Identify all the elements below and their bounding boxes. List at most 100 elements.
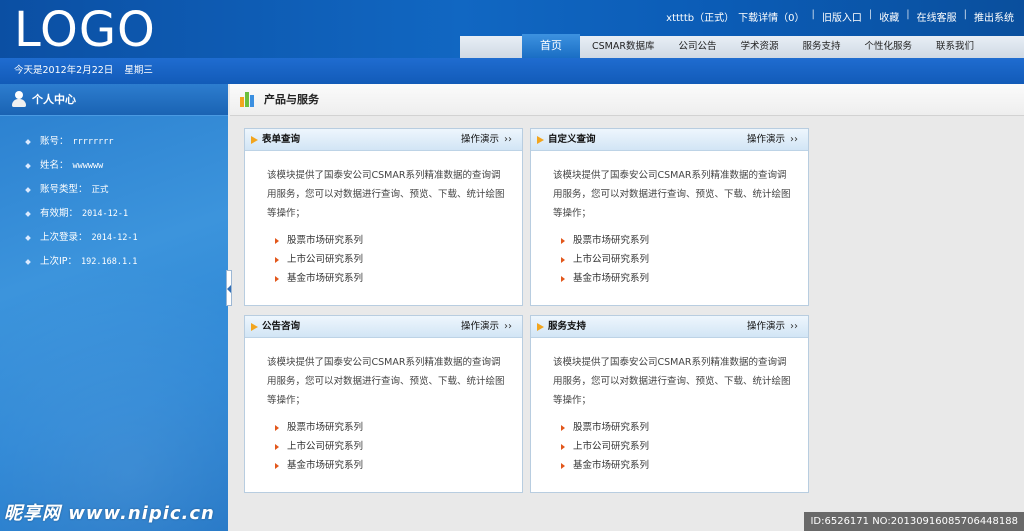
separator: |	[963, 9, 967, 20]
link-text[interactable]: 上市公司研究系列	[573, 254, 649, 265]
link-text[interactable]: 上市公司研究系列	[287, 254, 363, 265]
info-label: 账号：	[40, 136, 69, 147]
link-text[interactable]: 股票市场研究系列	[573, 422, 649, 433]
link-text[interactable]: 上市公司研究系列	[573, 441, 649, 452]
account-info-item: 上次登录： 2014-12-1	[25, 226, 228, 250]
double-chevron-icon: ››	[504, 321, 512, 332]
arrow-icon	[561, 237, 565, 244]
list-item[interactable]: 上市公司研究系列	[275, 250, 522, 269]
info-value: 2014-12-1	[91, 233, 138, 243]
link-text[interactable]: 股票市场研究系列	[287, 422, 363, 433]
account-info-list: 账号： rrrrrrrr 姓名： wwwwww 账号类型： 正式 有效期： 2014-1…	[0, 116, 228, 274]
download-details-link[interactable]: 下载详情（0）	[738, 9, 804, 24]
nav-csmar-database[interactable]: CSMAR数据库	[580, 36, 666, 58]
main-nav: 首页 CSMAR数据库 公司公告 学术资源 服务支持 个性化服务 联系我们	[522, 34, 986, 58]
account-info-item: 姓名： wwwwww	[25, 154, 228, 178]
date-bar: 今天是2012年2月22日 星期三	[0, 58, 1024, 84]
bullet-icon	[25, 210, 31, 217]
header: LOGO xttttb（正式） 下载详情（0） | 旧版入口 | 收藏 | 在线…	[0, 0, 1024, 58]
nav-contact-us[interactable]: 联系我们	[924, 36, 986, 58]
list-item[interactable]: 股票市场研究系列	[275, 418, 522, 437]
demo-link[interactable]: 操作演示 ››	[461, 129, 512, 151]
panel-links: 股票市场研究系列 上市公司研究系列 基金市场研究系列	[245, 223, 522, 288]
arrow-icon	[561, 256, 565, 263]
link-text[interactable]: 上市公司研究系列	[287, 441, 363, 452]
account-info-item: 账号： rrrrrrrr	[25, 130, 228, 154]
nav-academic-resources[interactable]: 学术资源	[728, 36, 790, 58]
nav-announcements[interactable]: 公司公告	[666, 36, 728, 58]
logout-link[interactable]: 推出系统	[974, 9, 1014, 24]
list-item[interactable]: 上市公司研究系列	[561, 437, 808, 456]
double-chevron-icon: ››	[790, 134, 798, 145]
panel-title[interactable]: 自定义查询	[548, 134, 596, 145]
user-account-link[interactable]: xttttb（正式）	[666, 9, 734, 24]
demo-label: 操作演示	[460, 134, 499, 145]
panel-title[interactable]: 公告咨询	[262, 321, 300, 332]
panel-description: 该模块提供了国泰安公司CSMAR系列精准数据的查询调用服务，您可以对数据进行查询…	[267, 170, 505, 219]
arrow-icon	[275, 275, 279, 282]
link-text[interactable]: 股票市场研究系列	[287, 235, 363, 246]
bar-chart-icon	[240, 91, 256, 107]
panel-description: 该模块提供了国泰安公司CSMAR系列精准数据的查询调用服务，您可以对数据进行查询…	[267, 357, 505, 406]
list-item[interactable]: 上市公司研究系列	[275, 437, 522, 456]
link-text[interactable]: 基金市场研究系列	[287, 273, 363, 284]
info-label: 姓名：	[40, 160, 69, 171]
sidebar-collapse-handle[interactable]	[226, 270, 232, 306]
arrow-icon	[275, 462, 279, 469]
sidebar: 个人中心 账号： rrrrrrrr 姓名： wwwwww 账号类型： 正式 有效期： 2…	[0, 84, 228, 531]
image-id-watermark: ID:6526171 NO:20130916085706448188	[804, 512, 1024, 531]
list-item[interactable]: 基金市场研究系列	[561, 456, 808, 475]
demo-link[interactable]: 操作演示 ››	[747, 129, 798, 151]
panel-description: 该模块提供了国泰安公司CSMAR系列精准数据的查询调用服务，您可以对数据进行查询…	[553, 170, 791, 219]
list-item[interactable]: 股票市场研究系列	[561, 418, 808, 437]
link-text[interactable]: 股票市场研究系列	[573, 235, 649, 246]
top-links: xttttb（正式） 下载详情（0） | 旧版入口 | 收藏 | 在线客服 | …	[666, 9, 1014, 24]
bullet-icon	[25, 186, 31, 193]
logo[interactable]: LOGO	[14, 2, 156, 58]
arrow-icon	[561, 424, 565, 431]
list-item[interactable]: 上市公司研究系列	[561, 250, 808, 269]
site-watermark: 昵享网 www.nipic.cn	[4, 503, 215, 524]
info-label: 账号类型：	[40, 184, 88, 195]
sidebar-header: 个人中心	[0, 84, 228, 116]
demo-link[interactable]: 操作演示 ››	[747, 316, 798, 338]
arrow-icon	[561, 443, 565, 450]
info-label: 上次登录：	[40, 232, 88, 243]
arrow-icon	[275, 256, 279, 263]
current-date: 今天是2012年2月22日	[14, 65, 114, 76]
double-chevron-icon: ››	[504, 134, 512, 145]
account-info-item: 有效期： 2014-12-1	[25, 202, 228, 226]
link-text[interactable]: 基金市场研究系列	[573, 460, 649, 471]
link-text[interactable]: 基金市场研究系列	[573, 273, 649, 284]
link-text[interactable]: 基金市场研究系列	[287, 460, 363, 471]
arrow-icon	[561, 275, 565, 282]
info-value: rrrrrrrr	[72, 137, 114, 147]
list-item[interactable]: 股票市场研究系列	[561, 231, 808, 250]
play-icon	[537, 323, 544, 331]
sidebar-title: 个人中心	[32, 93, 76, 106]
main-content: 产品与服务 表单查询 操作演示 ›› 该模块提供了国泰安公司CSMAR系列精准数据…	[230, 84, 1024, 531]
play-icon	[251, 323, 258, 331]
arrow-icon	[275, 443, 279, 450]
nav-personalized-service[interactable]: 个性化服务	[853, 36, 925, 58]
favorites-link[interactable]: 收藏	[879, 9, 899, 24]
panel-title[interactable]: 表单查询	[262, 134, 300, 145]
separator: |	[811, 9, 815, 20]
nav-service-support[interactable]: 服务支持	[791, 36, 853, 58]
panel-title[interactable]: 服务支持	[548, 321, 586, 332]
panel-links: 股票市场研究系列 上市公司研究系列 基金市场研究系列	[245, 410, 522, 475]
old-version-link[interactable]: 旧版入口	[822, 9, 862, 24]
online-service-link[interactable]: 在线客服	[917, 9, 957, 24]
list-item[interactable]: 基金市场研究系列	[561, 269, 808, 288]
section-header: 产品与服务	[230, 84, 1024, 116]
panel-service-support: 服务支持 操作演示 ›› 该模块提供了国泰安公司CSMAR系列精准数据的查询调用服…	[530, 315, 809, 493]
list-item[interactable]: 股票市场研究系列	[275, 231, 522, 250]
panel-header: 服务支持 操作演示 ››	[531, 316, 808, 338]
list-item[interactable]: 基金市场研究系列	[275, 456, 522, 475]
separator: |	[906, 9, 910, 20]
nav-home[interactable]: 首页	[522, 34, 580, 58]
panel-form-query: 表单查询 操作演示 ›› 该模块提供了国泰安公司CSMAR系列精准数据的查询调用服…	[244, 128, 523, 306]
panel-announcements: 公告咨询 操作演示 ›› 该模块提供了国泰安公司CSMAR系列精准数据的查询调用服…	[244, 315, 523, 493]
demo-link[interactable]: 操作演示 ››	[461, 316, 512, 338]
list-item[interactable]: 基金市场研究系列	[275, 269, 522, 288]
